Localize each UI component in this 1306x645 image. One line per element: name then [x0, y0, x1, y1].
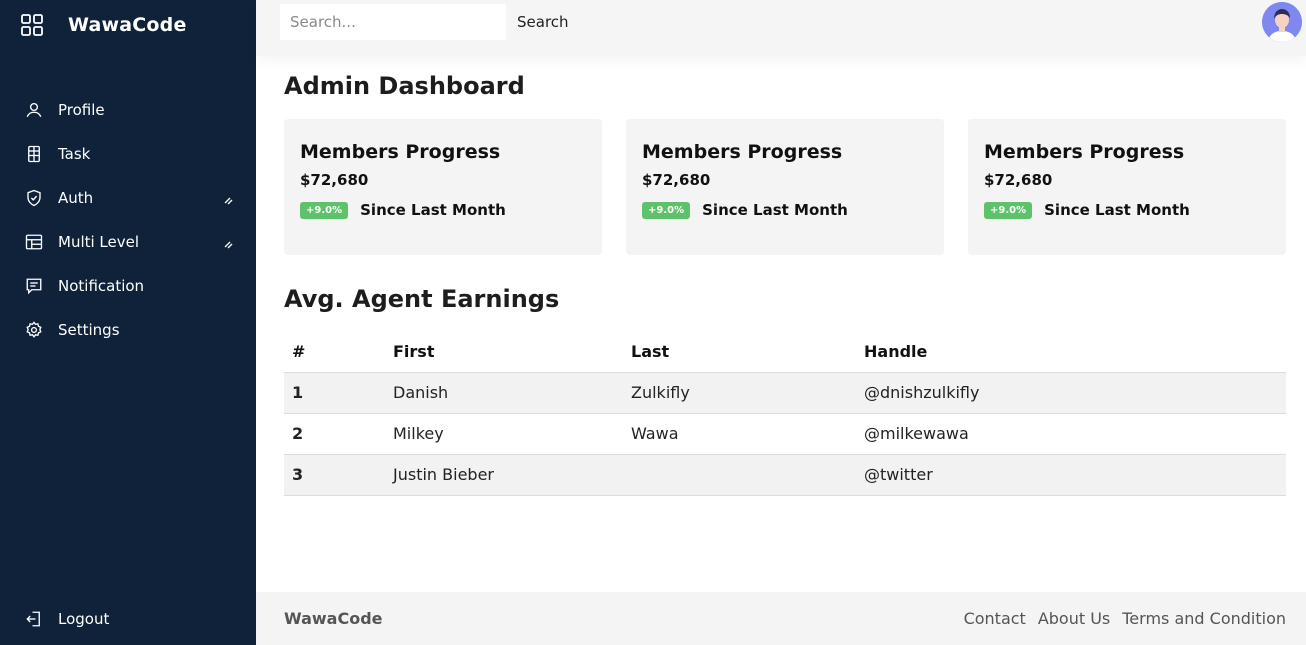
stat-card: Members Progress $72,680 +9.0% Since Las…: [626, 119, 944, 255]
table-cell: 1: [284, 372, 385, 414]
sidebar-item-task[interactable]: Task: [0, 132, 256, 176]
earnings-table: # First Last Handle 1 Danish Zulkifly @d…: [284, 331, 1286, 496]
card-title: Members Progress: [642, 141, 843, 163]
table-cell: @twitter: [856, 454, 1286, 496]
column-header: Handle: [856, 331, 1286, 373]
sidebar-item-label: Settings: [58, 321, 120, 339]
since-label: Since Last Month: [1044, 201, 1190, 219]
chevron-icon: [222, 236, 234, 249]
logout-button[interactable]: Logout: [0, 597, 256, 641]
card-trend: +9.0% Since Last Month: [300, 201, 586, 219]
search-input[interactable]: [280, 4, 506, 40]
trend-badge: +9.0%: [642, 201, 691, 219]
topbar: Search: [256, 0, 1306, 56]
since-label: Since Last Month: [360, 201, 506, 219]
sidebar: WawaCode Profile Task Auth Multi Level N…: [0, 0, 256, 645]
shield-icon: [24, 188, 44, 208]
table-row: 1 Danish Zulkifly @dnishzulkifly: [284, 372, 1286, 414]
footer-link-about-us[interactable]: About Us: [1038, 609, 1110, 628]
section-title: Avg. Agent Earnings: [284, 285, 560, 313]
footer-links: Contact About Us Terms and Condition: [964, 609, 1286, 628]
sidebar-item-profile[interactable]: Profile: [0, 88, 256, 132]
table-cell: Justin Bieber: [385, 454, 623, 496]
since-label: Since Last Month: [702, 201, 848, 219]
column-header: Last: [623, 331, 856, 373]
sidebar-item-auth[interactable]: Auth: [0, 176, 256, 220]
card-trend: +9.0% Since Last Month: [642, 201, 928, 219]
sidebar-item-label: Auth: [58, 189, 94, 207]
sidebar-item-label: Multi Level: [58, 233, 140, 251]
sidebar-item-label: Task: [58, 145, 91, 163]
brand-name: WawaCode: [68, 14, 187, 36]
stat-card: Members Progress $72,680 +9.0% Since Las…: [968, 119, 1286, 255]
column-header: First: [385, 331, 623, 373]
column-header: #: [284, 331, 385, 373]
logout-icon: [24, 609, 44, 629]
layout-icon: [24, 232, 44, 252]
card-value: $72,680: [984, 171, 1053, 189]
sidebar-item-label: Profile: [58, 101, 105, 119]
card-title: Members Progress: [984, 141, 1185, 163]
sidebar-item-notification[interactable]: Notification: [0, 264, 256, 308]
gear-icon: [24, 320, 44, 340]
stats-cards: Members Progress $72,680 +9.0% Since Las…: [284, 119, 1286, 255]
table-cell: @dnishzulkifly: [856, 372, 1286, 414]
table-cell: Danish: [385, 372, 623, 414]
table-cell: @milkewawa: [856, 413, 1286, 455]
task-icon: [24, 144, 44, 164]
app-root: WawaCode Profile Task Auth Multi Level N…: [0, 0, 1306, 645]
card-value: $72,680: [642, 171, 711, 189]
footer-link-terms[interactable]: Terms and Condition: [1122, 609, 1286, 628]
sidebar-item-multi-level[interactable]: Multi Level: [0, 220, 256, 264]
avatar[interactable]: [1262, 2, 1302, 42]
grid-icon: [20, 13, 44, 37]
trend-badge: +9.0%: [984, 201, 1033, 219]
footer: WawaCode Contact About Us Terms and Cond…: [256, 592, 1306, 645]
card-title: Members Progress: [300, 141, 501, 163]
search-button[interactable]: Search: [512, 4, 574, 40]
stat-card: Members Progress $72,680 +9.0% Since Las…: [284, 119, 602, 255]
card-value: $72,680: [300, 171, 369, 189]
table-cell: [623, 454, 856, 496]
message-icon: [24, 276, 44, 296]
sidebar-item-settings[interactable]: Settings: [0, 308, 256, 352]
table-cell: Zulkifly: [623, 372, 856, 414]
page-title: Admin Dashboard: [284, 72, 525, 100]
table-cell: 2: [284, 413, 385, 455]
card-trend: +9.0% Since Last Month: [984, 201, 1270, 219]
table-cell: 3: [284, 454, 385, 496]
footer-link-contact[interactable]: Contact: [964, 609, 1026, 628]
logout-section: Logout: [0, 597, 256, 641]
table-row: 2 Milkey Wawa @milkewawa: [284, 413, 1286, 455]
main-content: Search Admin Dashboard Members Progress …: [256, 0, 1306, 645]
trend-badge: +9.0%: [300, 201, 349, 219]
footer-brand[interactable]: WawaCode: [284, 609, 383, 628]
table-cell: Milkey: [385, 413, 623, 455]
user-icon: [24, 100, 44, 120]
table-cell: Wawa: [623, 413, 856, 455]
brand[interactable]: WawaCode: [20, 10, 187, 40]
sidebar-nav: Profile Task Auth Multi Level Notificati…: [0, 88, 256, 352]
table-row: 3 Justin Bieber @twitter: [284, 454, 1286, 496]
chevron-icon: [222, 192, 234, 205]
table-header-row: # First Last Handle: [284, 331, 1286, 373]
logout-label: Logout: [58, 610, 110, 628]
sidebar-item-label: Notification: [58, 277, 145, 295]
